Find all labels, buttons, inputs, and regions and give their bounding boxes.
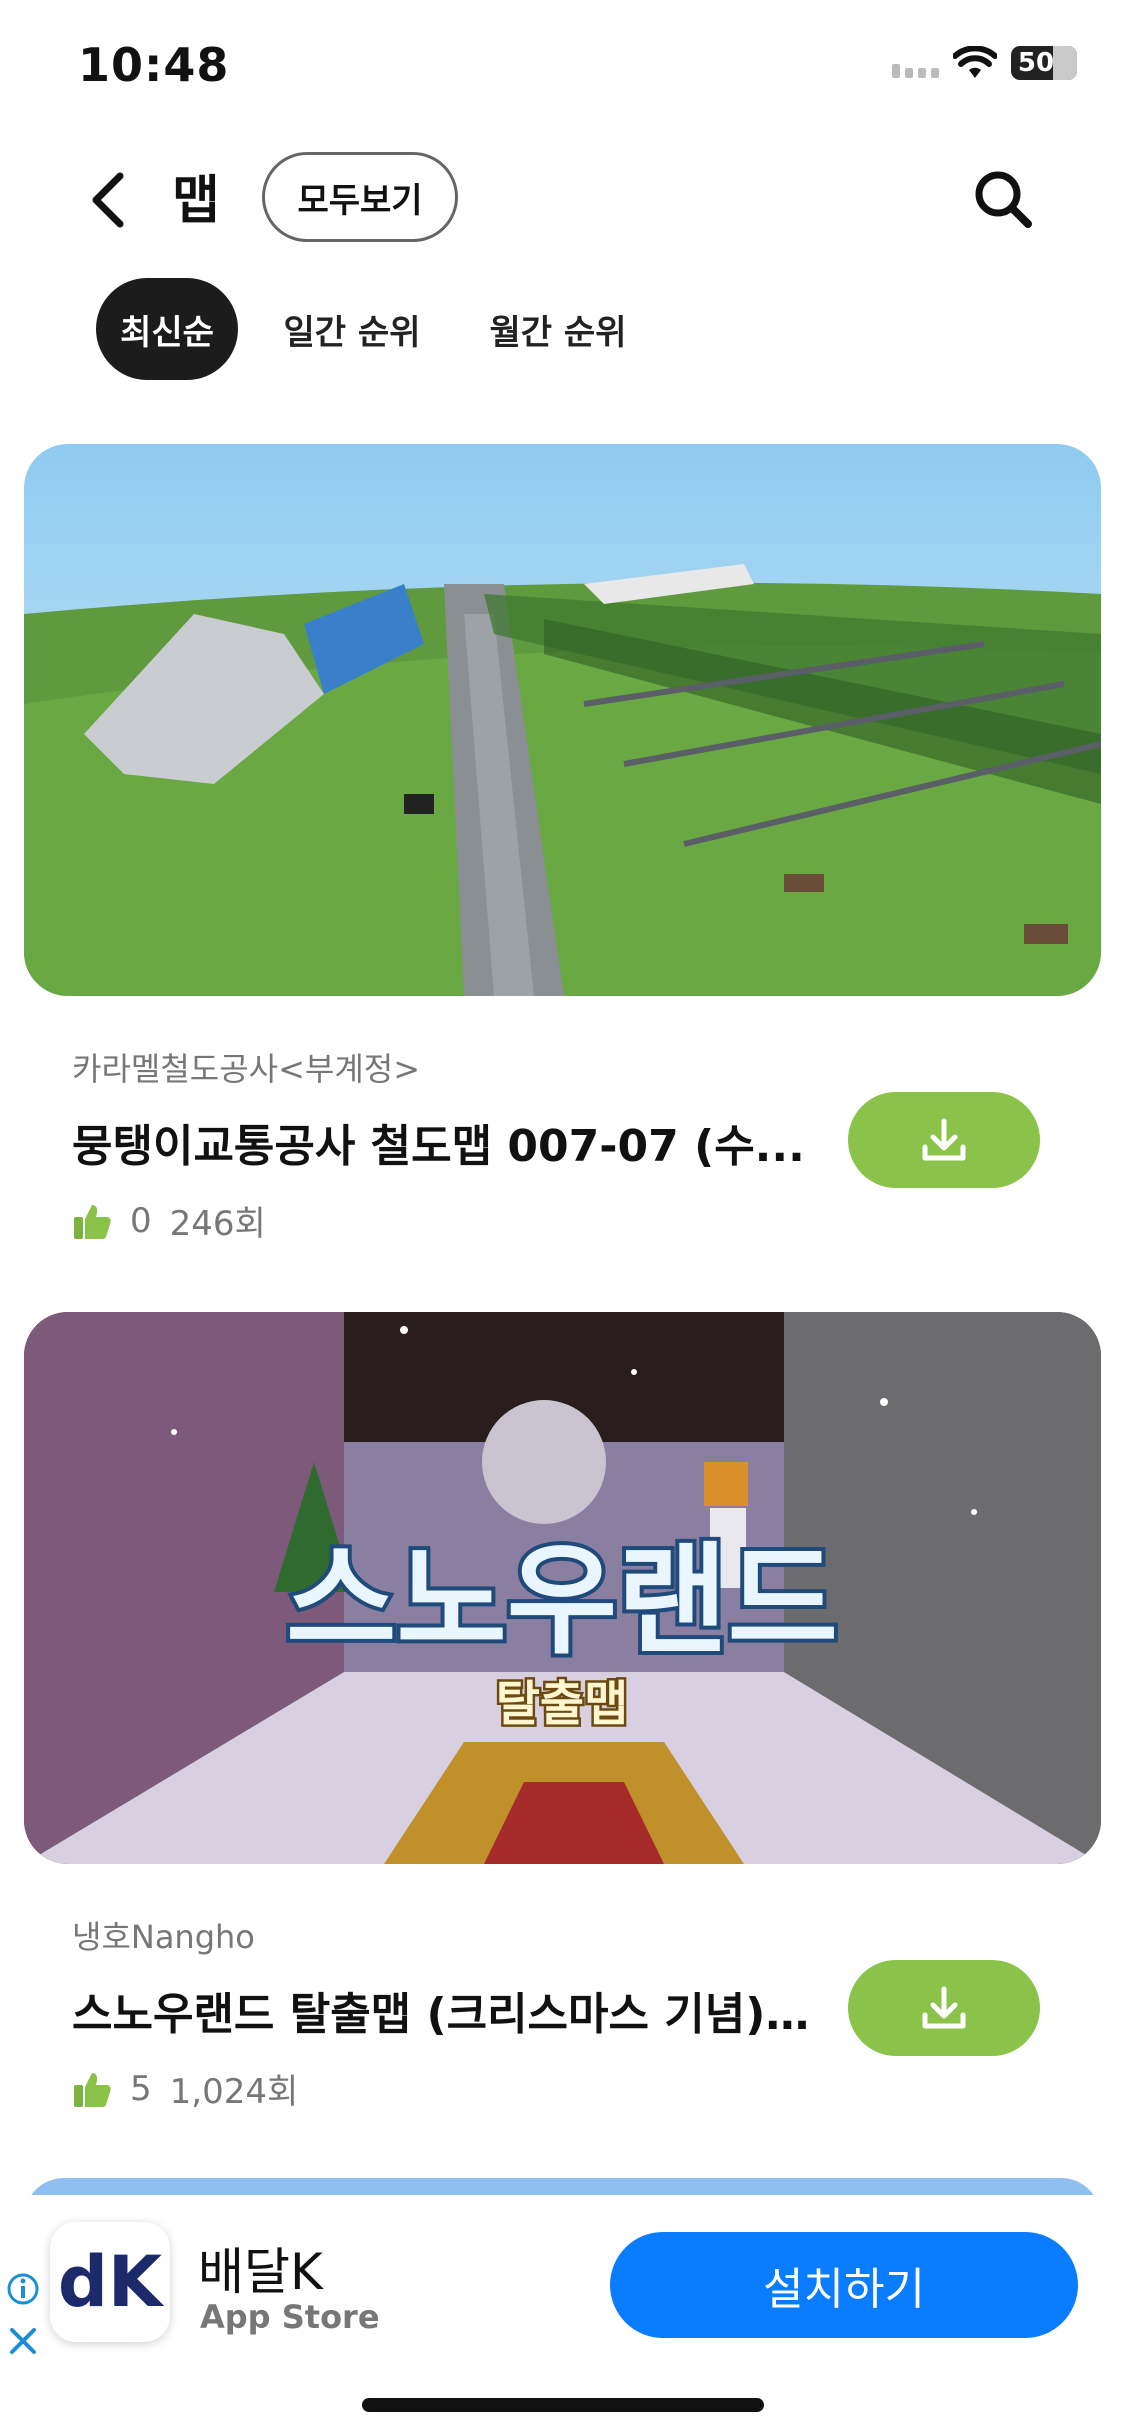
download-button-2[interactable] <box>848 1960 1040 2056</box>
home-indicator[interactable] <box>362 2398 764 2412</box>
download-count-2: 1,024회 <box>169 2072 299 2112</box>
ad-close-button[interactable] <box>8 2326 38 2360</box>
like-count-1: 0 <box>130 1200 152 1241</box>
map-thumbnail-1[interactable] <box>24 444 1101 996</box>
close-icon <box>10 2328 36 2354</box>
status-time: 10:48 <box>78 38 230 92</box>
thumbs-up-icon <box>74 2072 111 2107</box>
thumb-subtitle-2: 탈출맵 <box>496 1676 628 1732</box>
ad-logo-text: dK <box>57 2241 163 2323</box>
like-count-2: 5 <box>130 2068 152 2109</box>
thumbs-up-icon <box>74 1204 111 1239</box>
map-stats-2: 5 1,024회 <box>72 2064 298 2113</box>
page-title: 맵 <box>172 171 220 231</box>
view-all-button[interactable]: 모두보기 <box>262 152 458 242</box>
back-chevron-icon <box>92 172 124 228</box>
map-title-2[interactable]: 스노우랜드 탈출맵 (크리스마스 기념)... <box>72 1978 812 2042</box>
snowland-map-image: 스노우랜드 탈출맵 <box>24 1312 1101 1864</box>
back-button[interactable] <box>88 165 138 235</box>
battery-level: 50 <box>1017 48 1055 78</box>
download-count-1: 246회 <box>169 1204 266 1244</box>
search-button[interactable] <box>972 168 1034 230</box>
ad-info-button[interactable] <box>6 2272 40 2310</box>
ad-app-name[interactable]: 배달K <box>198 2232 323 2304</box>
download-icon <box>922 1986 966 2029</box>
tab-daily-rank[interactable]: 일간 순위 <box>272 278 432 380</box>
map-author-1: 카라멜철도공사<부계정> <box>72 1050 421 1088</box>
thumb-title-2: 스노우랜드 <box>286 1532 838 1671</box>
signal-icon <box>892 48 939 78</box>
download-icon <box>922 1118 966 1161</box>
wifi-icon <box>953 46 997 78</box>
tab-latest[interactable]: 최신순 <box>96 278 238 380</box>
map-author-2: 냉호Nangho <box>72 1918 255 1956</box>
search-icon <box>975 171 1032 228</box>
map-thumbnail-2[interactable]: 스노우랜드 탈출맵 <box>24 1312 1101 1864</box>
ad-install-button[interactable]: 설치하기 <box>610 2232 1078 2338</box>
railway-map-image <box>24 444 1101 996</box>
battery-icon: 50 <box>1011 46 1077 80</box>
ad-store-label: App Store <box>200 2298 380 2336</box>
map-stats-1: 0 246회 <box>72 1196 266 1245</box>
info-icon <box>7 2273 39 2305</box>
ad-app-logo[interactable]: dK <box>50 2222 170 2342</box>
status-icons: 50 <box>892 46 1077 80</box>
tab-monthly-rank[interactable]: 월간 순위 <box>478 278 638 380</box>
download-button-1[interactable] <box>848 1092 1040 1188</box>
map-title-1[interactable]: 뭉탱이교통공사 철도맵 007-07 (수... <box>72 1110 812 1174</box>
